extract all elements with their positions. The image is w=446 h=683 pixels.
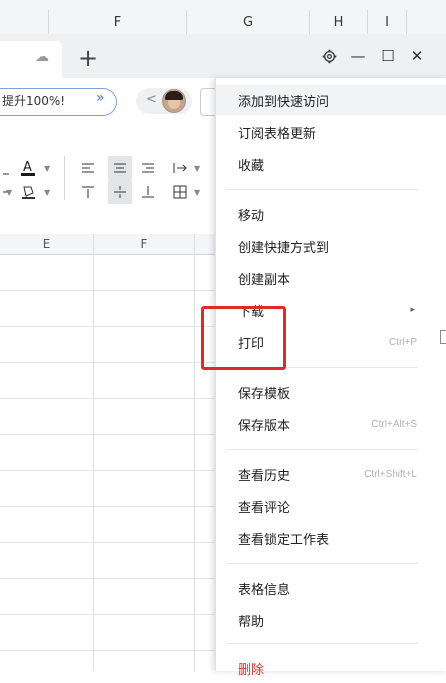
grid-row-line bbox=[0, 290, 220, 291]
text-indent-icon[interactable] bbox=[170, 158, 190, 178]
valign-top-icon[interactable] bbox=[78, 182, 98, 202]
menu-item-label: 移动 bbox=[238, 208, 265, 224]
menu-item-save-template[interactable]: 保存模板 bbox=[216, 377, 446, 407]
menu-item-favorite[interactable]: 收藏 bbox=[216, 149, 446, 179]
menu-item-label: 保存版本 bbox=[238, 418, 291, 434]
menu-item-label: 查看历史 bbox=[238, 468, 291, 484]
window-edge-handle bbox=[440, 330, 446, 344]
toolbar-divider bbox=[64, 156, 65, 200]
menu-item-create-shortcut[interactable]: 创建快捷方式到 bbox=[216, 231, 446, 261]
align-right-icon[interactable] bbox=[138, 158, 158, 178]
column-header-f[interactable]: F bbox=[94, 234, 194, 254]
menu-item-label: 订阅表格更新 bbox=[238, 126, 317, 142]
menu-separator bbox=[226, 563, 418, 564]
grid-row-line bbox=[0, 542, 220, 543]
menu-item-create-copy[interactable]: 创建副本 bbox=[216, 263, 446, 293]
menu-item-label: 表格信息 bbox=[238, 582, 291, 598]
menu-item-label: 帮助 bbox=[238, 614, 265, 630]
menu-item-label: 查看锁定工作表 bbox=[238, 532, 330, 548]
valign-bottom-icon[interactable] bbox=[138, 182, 158, 202]
cloud-icon: ☁ bbox=[35, 49, 49, 65]
grid-row-line bbox=[0, 470, 220, 471]
menu-item-sheet-info[interactable]: 表格信息 bbox=[216, 573, 446, 603]
grid-line bbox=[93, 234, 94, 671]
gear-icon bbox=[322, 49, 336, 63]
menu-separator bbox=[226, 449, 418, 450]
grid-row-line bbox=[0, 362, 220, 363]
background-column-h: H bbox=[310, 10, 368, 34]
menu-item-view-comments[interactable]: 查看评论 bbox=[216, 491, 446, 521]
maximize-button[interactable]: ☐ bbox=[375, 44, 401, 68]
menu-item-label: 收藏 bbox=[238, 158, 265, 174]
double-chevron-right-icon[interactable]: » bbox=[96, 90, 105, 106]
align-left-icon[interactable] bbox=[78, 158, 98, 178]
menu-item-label: 创建快捷方式到 bbox=[238, 240, 330, 256]
grid-row-line bbox=[0, 506, 220, 507]
chevron-down-icon[interactable]: ▼ bbox=[6, 188, 12, 197]
menu-item-label: 添加到快速访问 bbox=[238, 94, 330, 110]
font-color-icon[interactable]: A bbox=[18, 158, 38, 178]
menu-item-help[interactable]: 帮助 bbox=[216, 605, 446, 635]
file-context-menu: 添加到快速访问 订阅表格更新 收藏 移动 创建快捷方式到 创建副本 下载 ▸ 打… bbox=[215, 78, 446, 678]
grid-row-line bbox=[0, 398, 220, 399]
chevron-down-icon[interactable]: ▼ bbox=[194, 164, 200, 173]
grid-row-line bbox=[0, 614, 220, 615]
background-column bbox=[0, 10, 49, 34]
menu-item-label: 保存模板 bbox=[238, 386, 291, 402]
background-column-f: F bbox=[49, 10, 187, 34]
menu-separator bbox=[226, 643, 418, 644]
grid-line bbox=[194, 234, 195, 671]
close-button[interactable]: ✕ bbox=[404, 44, 430, 68]
chevron-down-icon[interactable]: ▼ bbox=[44, 164, 50, 173]
background-column-i: I bbox=[368, 10, 407, 34]
merge-cells-icon[interactable] bbox=[170, 182, 190, 202]
menu-separator bbox=[226, 189, 418, 190]
avatar[interactable] bbox=[162, 89, 186, 113]
menu-item-subscribe-updates[interactable]: 订阅表格更新 bbox=[216, 117, 446, 147]
chevron-right-icon: ▸ bbox=[410, 305, 415, 315]
menu-item-shortcut: Ctrl+Alt+S bbox=[371, 418, 417, 430]
menu-item-save-version[interactable]: 保存版本 Ctrl+Alt+S bbox=[216, 409, 446, 439]
background-column-g: G bbox=[187, 10, 310, 34]
menu-item-shortcut: Ctrl+Shift+L bbox=[364, 468, 417, 480]
column-header-e[interactable]: E bbox=[0, 234, 93, 254]
highlight-annotation bbox=[201, 306, 286, 370]
menu-item-move[interactable]: 移动 bbox=[216, 199, 446, 229]
menu-item-label: 创建副本 bbox=[238, 272, 291, 288]
valign-middle-icon[interactable] bbox=[108, 180, 132, 204]
new-tab-button[interactable]: + bbox=[78, 44, 98, 72]
promo-banner-text: 提升100%! bbox=[2, 94, 66, 108]
svg-text:A: A bbox=[23, 160, 32, 175]
settings-button[interactable] bbox=[316, 44, 342, 68]
document-tab[interactable] bbox=[0, 41, 62, 78]
format-toolbar: A ▼ ▼ ▼ ▼ ▼ bbox=[0, 150, 220, 210]
chevron-down-icon[interactable]: ▼ bbox=[194, 188, 200, 197]
border-icon[interactable] bbox=[0, 158, 20, 178]
background-sheet-header: F G H I bbox=[0, 0, 446, 34]
grid-row-line bbox=[0, 578, 220, 579]
minimize-button[interactable]: — bbox=[345, 44, 371, 68]
fill-color-icon[interactable] bbox=[18, 182, 38, 202]
menu-item-label: 查看评论 bbox=[238, 500, 291, 516]
grid-row-line bbox=[0, 326, 220, 327]
chevron-left-icon[interactable]: < bbox=[146, 92, 157, 107]
align-center-icon[interactable] bbox=[108, 156, 132, 180]
menu-item-label: 删除 bbox=[238, 662, 265, 678]
menu-item-add-quick-access[interactable]: 添加到快速访问 bbox=[216, 85, 446, 115]
menu-item-delete[interactable]: 删除 bbox=[216, 653, 446, 683]
menu-item-shortcut: Ctrl+P bbox=[388, 336, 417, 348]
grid-row-line bbox=[0, 650, 220, 651]
chevron-down-icon[interactable]: ▼ bbox=[44, 188, 50, 197]
menu-item-view-history[interactable]: 查看历史 Ctrl+Shift+L bbox=[216, 459, 446, 489]
menu-item-view-locked-sheets[interactable]: 查看锁定工作表 bbox=[216, 523, 446, 553]
grid-row-line bbox=[0, 434, 220, 435]
